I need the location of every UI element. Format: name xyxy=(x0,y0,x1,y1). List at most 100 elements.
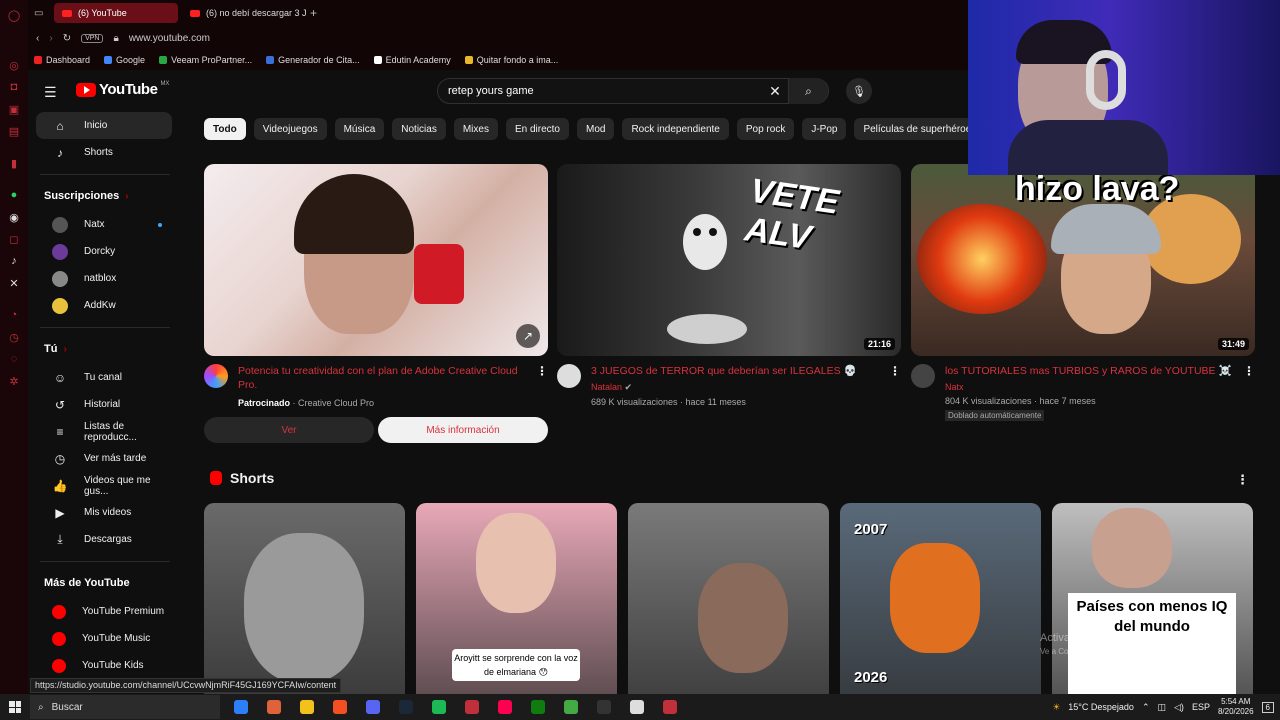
taskbar-app[interactable] xyxy=(422,694,455,720)
taskbar-app[interactable] xyxy=(521,694,554,720)
microphone-icon[interactable]: 🎙︎ xyxy=(846,78,872,104)
forward-icon[interactable]: › xyxy=(49,33,52,44)
pinboard-icon[interactable]: ▤ xyxy=(0,120,28,142)
video-title[interactable]: Potencia tu creatividad con el plan de A… xyxy=(238,364,538,392)
adobe-avatar[interactable] xyxy=(204,364,228,388)
tab-youtube[interactable]: (6) YouTube xyxy=(54,3,178,23)
taskbar-app[interactable] xyxy=(356,694,389,720)
filter-chip[interactable]: Mod xyxy=(577,118,615,140)
video-thumbnail[interactable]: VETE ALV 21:16 xyxy=(557,164,901,356)
nav-item-you[interactable]: ↺ Historial xyxy=(36,391,172,418)
short-card[interactable] xyxy=(628,503,829,694)
workspace-icon[interactable]: ▭ xyxy=(34,8,50,19)
taskbar-app[interactable] xyxy=(323,694,356,720)
filter-chip[interactable]: Películas de superhéroes xyxy=(854,118,968,140)
taskbar-app[interactable] xyxy=(455,694,488,720)
bookmark-item[interactable]: Veeam ProPartner... xyxy=(159,55,252,65)
volume-icon[interactable]: ◁) xyxy=(1174,702,1184,713)
tab-video[interactable]: (6) no debí descargar 3 JU xyxy=(182,3,306,23)
subscription-item[interactable]: Natx xyxy=(36,211,172,238)
taskbar-app[interactable] xyxy=(290,694,323,720)
subscription-item[interactable]: Dorcky xyxy=(36,238,172,265)
instagram-icon[interactable]: ◻ xyxy=(0,228,28,250)
nav-item-you[interactable]: ☺ Tu canal xyxy=(36,364,172,391)
filter-chip[interactable]: Rock independiente xyxy=(622,118,729,140)
notification-icon[interactable]: 6 xyxy=(1261,701,1274,713)
taskbar-app[interactable] xyxy=(257,694,290,720)
nav-item-you[interactable]: ◷ Ver más tarde xyxy=(36,445,172,472)
channel-name[interactable]: Natx xyxy=(945,382,964,392)
filter-chip[interactable]: Todo xyxy=(204,118,246,140)
player-icon[interactable]: ◔ xyxy=(0,304,28,326)
channel-avatar[interactable] xyxy=(911,364,935,388)
tray-chevron-icon[interactable]: ⌃ xyxy=(1142,702,1150,713)
more-options-icon[interactable]: ⋮ xyxy=(889,364,901,378)
video-thumbnail[interactable]: ↗ xyxy=(204,164,548,356)
menu-icon[interactable]: ☰ xyxy=(44,84,57,101)
nav-item-you[interactable]: ▶ Mis videos xyxy=(36,499,172,526)
filter-chip[interactable]: En directo xyxy=(505,118,569,140)
nav-item-more[interactable]: YouTube Music xyxy=(36,625,172,652)
youtube-logo[interactable]: YouTube MX xyxy=(76,81,169,98)
search-icon[interactable]: ⌕ xyxy=(788,78,828,104)
aria-icon[interactable]: ◎ xyxy=(0,54,28,76)
history-sidebar-icon[interactable]: ◷ xyxy=(0,326,28,348)
nav-item-you[interactable]: ⤓ Descargas xyxy=(36,526,172,553)
subscriptions-header[interactable]: Suscripciones › xyxy=(28,181,182,211)
short-card[interactable]: 2007 2026 xyxy=(840,503,1041,694)
taskbar-app[interactable] xyxy=(224,694,257,720)
external-link-icon[interactable]: ↗ xyxy=(516,324,540,348)
bulb-icon[interactable]: ◌ xyxy=(0,348,28,370)
clear-search-icon[interactable]: ✕ xyxy=(762,83,788,100)
subscription-item[interactable]: AddKw xyxy=(36,292,172,319)
settings-icon[interactable]: ✲ xyxy=(0,370,28,392)
bookmark-item[interactable]: Generador de Cita... xyxy=(266,55,360,65)
nav-item-shorts[interactable]: ♪ Shorts xyxy=(36,139,172,166)
short-card[interactable] xyxy=(204,503,405,694)
filter-chip[interactable]: Videojuegos xyxy=(253,118,327,140)
bookmark-item[interactable]: Edutin Academy xyxy=(373,55,451,65)
shield-icon[interactable]: ▣ xyxy=(0,98,28,120)
reload-icon[interactable]: ↻ xyxy=(63,33,71,44)
mas-informacion-button[interactable]: Más información xyxy=(378,417,548,443)
taskbar-search[interactable]: ⌕ Buscar xyxy=(30,695,220,719)
nav-item-more[interactable]: YouTube Kids xyxy=(36,652,172,679)
video-card-ad[interactable]: ↗ Potencia tu creatividad con el plan de… xyxy=(204,164,548,408)
url-field[interactable]: www.youtube.com xyxy=(129,33,210,44)
opera-logo-icon[interactable]: ◯ xyxy=(0,4,28,26)
clock[interactable]: 5:54 AM 8/20/2026 xyxy=(1218,697,1254,717)
short-card[interactable]: Aroyitt se sorprende con la voz de elmar… xyxy=(416,503,617,694)
search-input[interactable]: retep yours game xyxy=(448,85,762,97)
x-icon[interactable]: ✕ xyxy=(0,272,28,294)
filter-chip[interactable]: Música xyxy=(334,118,385,140)
filter-chip[interactable]: Pop rock xyxy=(736,118,795,140)
more-options-icon[interactable]: ⋮ xyxy=(1243,364,1255,378)
network-icon[interactable]: ◫ xyxy=(1158,702,1167,713)
ver-button[interactable]: Ver xyxy=(204,417,374,443)
taskbar-app[interactable] xyxy=(587,694,620,720)
discord-icon[interactable]: ◉ xyxy=(0,206,28,228)
nav-item-inicio[interactable]: ⌂ Inicio xyxy=(36,112,172,139)
taskbar-app[interactable] xyxy=(620,694,653,720)
taskbar-app[interactable] xyxy=(653,694,686,720)
video-thumbnail[interactable]: hizo lava? 31:49 xyxy=(911,164,1255,356)
bookmark-item[interactable]: Google xyxy=(104,55,145,65)
you-header[interactable]: Tú › xyxy=(28,334,182,364)
filter-chip[interactable]: J-Pop xyxy=(802,118,847,140)
video-card[interactable]: VETE ALV 21:16 3 JUEGOS de TERROR que de… xyxy=(557,164,901,407)
channel-name[interactable]: Natalan xyxy=(591,382,622,392)
twitch-icon[interactable]: ▮ xyxy=(0,152,28,174)
more-options-icon[interactable]: ⋮ xyxy=(536,364,548,378)
nav-item-you[interactable]: ≡ Listas de reproducc... xyxy=(36,418,172,445)
shorts-more-icon[interactable]: ⋮ xyxy=(1236,472,1249,488)
nav-item-more[interactable]: YouTube Premium xyxy=(36,598,172,625)
bookmark-item[interactable]: Dashboard xyxy=(34,55,90,65)
video-title[interactable]: los TUTORIALES mas TURBIOS y RAROS de YO… xyxy=(945,364,1235,378)
channel-avatar[interactable] xyxy=(557,364,581,388)
start-button[interactable] xyxy=(0,694,30,720)
filter-chip[interactable]: Noticias xyxy=(392,118,446,140)
tiktok-icon[interactable]: ♪ xyxy=(0,250,28,272)
back-icon[interactable]: ‹ xyxy=(36,33,39,44)
taskbar-app[interactable] xyxy=(389,694,422,720)
taskbar-app[interactable] xyxy=(488,694,521,720)
